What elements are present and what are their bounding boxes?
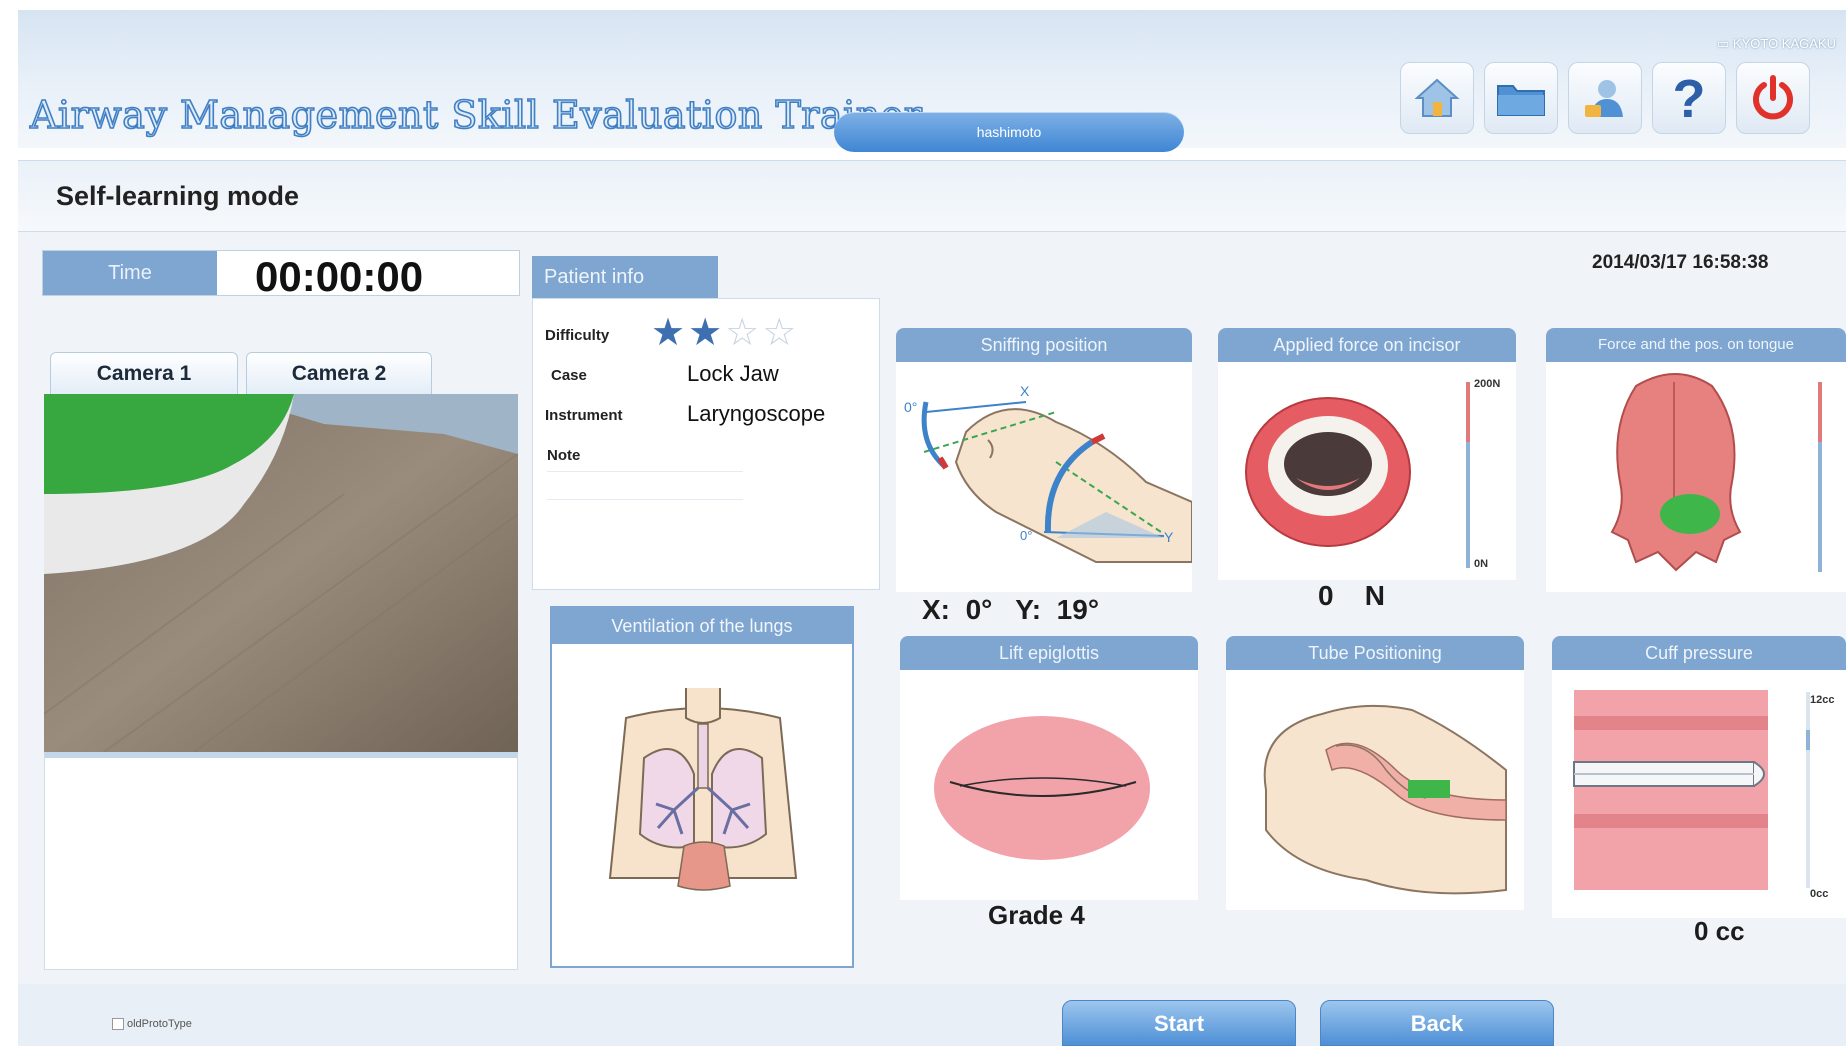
mode-bar: Self-learning mode bbox=[18, 160, 1846, 232]
camera-feed bbox=[44, 394, 518, 752]
power-icon bbox=[1753, 75, 1793, 120]
instrument-value: Laryngoscope bbox=[687, 401, 826, 426]
incisor-scale-min: 0N bbox=[1474, 558, 1489, 570]
home-icon bbox=[1414, 78, 1460, 117]
folder-icon bbox=[1497, 85, 1545, 116]
epiglottis-grade: Grade 4 bbox=[988, 900, 1085, 930]
incisor-force-readout: 0 N bbox=[1318, 580, 1385, 612]
user-icon bbox=[1585, 80, 1623, 117]
incisor-force-unit: N bbox=[1364, 580, 1385, 611]
tab-camera-1[interactable]: Camera 1 bbox=[50, 352, 238, 394]
timer-value: 00:00:00 bbox=[255, 253, 424, 300]
tongue-force-panel bbox=[1546, 362, 1846, 592]
cuff-scale-min: 0cc bbox=[1810, 888, 1829, 900]
incisor-force-panel: 200N 0N bbox=[1218, 362, 1516, 580]
lift-epiglottis-panel bbox=[900, 670, 1198, 900]
footer-bar bbox=[18, 984, 1846, 1046]
axis-y-label: Y bbox=[1164, 529, 1174, 545]
app-title: Airway Management Skill Evaluation Train… bbox=[29, 92, 923, 138]
home-button[interactable] bbox=[1400, 62, 1474, 134]
current-datetime: 2014/03/17 16:58:38 bbox=[1592, 252, 1769, 273]
lungs-diagram bbox=[608, 688, 798, 891]
lift-epiglottis-title: Lift epiglottis bbox=[900, 636, 1198, 670]
timer-label: Time bbox=[43, 251, 217, 295]
power-button[interactable] bbox=[1736, 62, 1810, 134]
prototype-checkbox-label: oldProtoType bbox=[127, 1018, 192, 1030]
help-button[interactable]: ? bbox=[1652, 62, 1726, 134]
x-label: X: bbox=[922, 594, 950, 625]
y-label: Y: bbox=[1015, 594, 1042, 625]
incisor-force-title: Applied force on incisor bbox=[1218, 328, 1516, 362]
incisor-force-value: 0 bbox=[1318, 580, 1334, 611]
brand-name: KYOTO KAGAKU bbox=[1732, 36, 1836, 51]
difficulty-label: Difficulty bbox=[545, 327, 610, 344]
note-line bbox=[547, 471, 743, 472]
cuff-diagram bbox=[1573, 690, 1810, 890]
x-value: 0 bbox=[965, 594, 982, 625]
incisor-scale-max: 200N bbox=[1474, 378, 1501, 390]
tab-camera-2[interactable]: Camera 2 bbox=[246, 352, 432, 394]
tube-diagram bbox=[1263, 704, 1507, 895]
sniffing-position-title: Sniffing position bbox=[896, 328, 1192, 362]
cuff-pressure-value: 0 cc bbox=[1694, 916, 1745, 946]
tube-positioning-panel bbox=[1226, 670, 1524, 910]
camera-info-area bbox=[44, 752, 518, 970]
cuff-pressure-title: Cuff pressure bbox=[1552, 636, 1846, 670]
mouth-diagram bbox=[1245, 382, 1470, 568]
difficulty-star-icon: ☆ bbox=[762, 312, 797, 354]
sniffing-angle-readout: X: 0° Y: 19° bbox=[922, 594, 1099, 626]
y-value: 19 bbox=[1056, 594, 1088, 625]
head-angle-diagram: X 0° 0° Y bbox=[904, 383, 1192, 563]
sniffing-position-panel: X 0° 0° Y bbox=[896, 362, 1192, 592]
checkbox-box[interactable] bbox=[112, 1018, 124, 1030]
case-value: Lock Jaw bbox=[687, 361, 779, 386]
tongue-force-title: Force and the pos. on tongue bbox=[1546, 328, 1846, 362]
prototype-checkbox[interactable]: oldProtoType bbox=[112, 1018, 192, 1030]
back-button[interactable]: Back bbox=[1320, 1000, 1554, 1046]
glottis-diagram bbox=[934, 716, 1150, 860]
open-folder-button[interactable] bbox=[1484, 62, 1558, 134]
angle-label-bottom: 0° bbox=[1020, 528, 1032, 543]
y-unit: ° bbox=[1087, 594, 1100, 625]
cuff-pressure-panel: 12cc 0cc bbox=[1552, 670, 1846, 918]
difficulty-star-icon: ★ bbox=[688, 312, 723, 354]
patient-info-title: Patient info bbox=[532, 256, 718, 298]
axis-x-label: X bbox=[1020, 383, 1030, 399]
brand-label: ▭ KYOTO KAGAKU bbox=[1717, 36, 1836, 51]
tube-positioning-title: Tube Positioning bbox=[1226, 636, 1524, 670]
difficulty-rating: ★ ★ ☆ ☆ bbox=[651, 313, 796, 353]
svg-text:?: ? bbox=[1673, 71, 1706, 125]
user-settings-button[interactable] bbox=[1568, 62, 1642, 134]
start-button[interactable]: Start bbox=[1062, 1000, 1296, 1046]
note-line bbox=[547, 499, 743, 500]
cuff-scale-max: 12cc bbox=[1810, 694, 1835, 706]
header-toolbar: ? bbox=[1400, 62, 1810, 134]
help-icon: ? bbox=[1673, 71, 1706, 125]
difficulty-star-icon: ☆ bbox=[725, 312, 760, 354]
patient-info-panel: Difficulty ★ ★ ☆ ☆ Case Lock Jaw Instrument… bbox=[532, 298, 880, 590]
angle-label-top: 0° bbox=[904, 399, 917, 415]
mode-title: Self-learning mode bbox=[56, 181, 300, 211]
difficulty-star-icon: ★ bbox=[651, 312, 686, 354]
camera-image bbox=[44, 394, 518, 752]
note-label: Note bbox=[547, 447, 581, 464]
tongue-diagram bbox=[1610, 373, 1822, 572]
case-label: Case bbox=[551, 367, 587, 384]
app-window: Airway Management Skill Evaluation Train… bbox=[0, 0, 1846, 1046]
user-name-badge: hashimoto bbox=[834, 112, 1184, 152]
instrument-label: Instrument bbox=[545, 407, 623, 424]
timer-box: Time 00:00:00 bbox=[42, 250, 520, 300]
ventilation-panel: Ventilation of the lungs bbox=[550, 606, 854, 968]
x-unit: ° bbox=[981, 594, 993, 625]
ventilation-title: Ventilation of the lungs bbox=[552, 608, 852, 644]
header-bar: Airway Management Skill Evaluation Train… bbox=[18, 10, 1846, 152]
